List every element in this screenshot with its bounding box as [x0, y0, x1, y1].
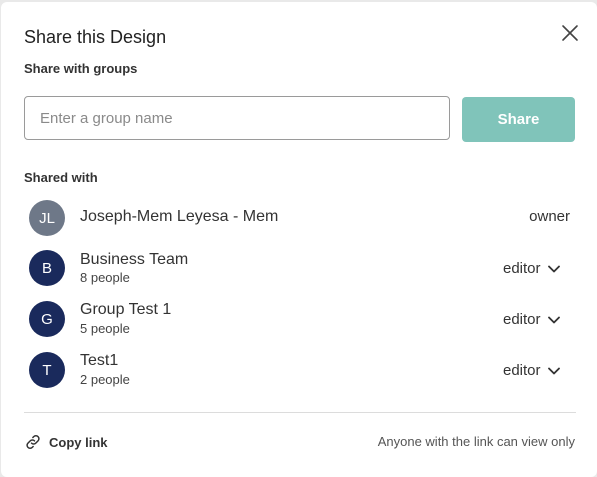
avatar: G — [29, 301, 65, 337]
member-row: G Group Test 1 5 people editor — [1, 301, 597, 341]
member-count: 5 people — [80, 321, 130, 336]
role-dropdown-value: editor — [503, 362, 541, 379]
share-dialog: Share this Design Share with groups Shar… — [1, 2, 597, 477]
member-row: B Business Team 8 people editor — [1, 250, 597, 290]
avatar: T — [29, 352, 65, 388]
dialog-title: Share this Design — [24, 27, 167, 47]
role-dropdown[interactable]: editor — [503, 311, 560, 328]
shared-with-label: Shared with — [24, 170, 98, 185]
copy-link-label: Copy link — [49, 434, 108, 450]
avatar: JL — [29, 200, 65, 236]
member-count: 8 people — [80, 270, 130, 285]
link-permission-note: Anyone with the link can view only — [377, 434, 575, 449]
member-row: T Test1 2 people editor — [1, 352, 597, 392]
footer-divider — [24, 412, 576, 413]
close-icon — [562, 25, 578, 41]
member-role-label: owner — [529, 208, 570, 225]
member-count: 2 people — [80, 372, 130, 387]
role-dropdown-value: editor — [503, 311, 541, 328]
link-icon — [26, 434, 40, 450]
member-name: Joseph-Mem Leyesa - Mem — [80, 208, 279, 225]
member-name: Group Test 1 — [80, 301, 172, 318]
chevron-down-icon — [547, 265, 560, 272]
close-button[interactable] — [558, 21, 582, 45]
member-name: Test1 — [80, 352, 119, 369]
member-name: Business Team — [80, 251, 189, 268]
role-dropdown-value: editor — [503, 260, 541, 277]
chevron-down-icon — [547, 367, 560, 374]
member-row: JL Joseph-Mem Leyesa - Mem owner — [1, 200, 597, 240]
role-dropdown[interactable]: editor — [503, 362, 560, 379]
copy-link-button[interactable]: Copy link — [24, 433, 108, 451]
share-with-groups-label: Share with groups — [24, 61, 138, 76]
role-dropdown[interactable]: editor — [503, 260, 560, 277]
group-name-input[interactable] — [24, 96, 450, 140]
share-button[interactable]: Share — [462, 97, 575, 142]
chevron-down-icon — [547, 316, 560, 323]
avatar: B — [29, 250, 65, 286]
